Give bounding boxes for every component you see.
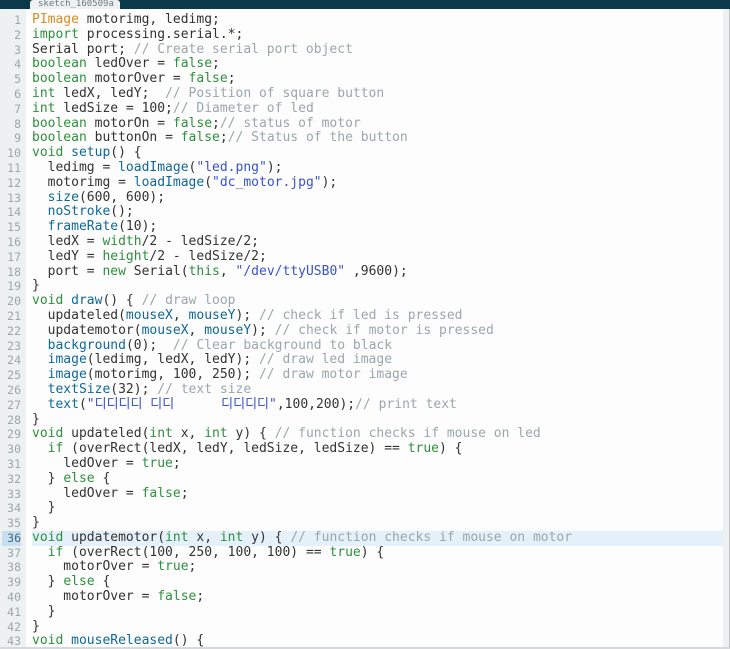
line-number: 37 <box>2 546 21 561</box>
code-line[interactable]: boolean motorOn = false;// status of mot… <box>32 117 729 132</box>
line-number: 8 <box>2 117 21 132</box>
code-line[interactable]: ledOver = true; <box>32 457 729 472</box>
line-number: 17 <box>2 250 21 265</box>
line-number: 43 <box>2 634 21 647</box>
line-number: 42 <box>2 620 21 635</box>
line-number: 20 <box>2 294 21 309</box>
line-number: 13 <box>2 191 21 206</box>
code-line[interactable]: ledY = height/2 - ledSize/2; <box>32 250 729 265</box>
line-number: 1 <box>2 13 21 28</box>
line-number: 4 <box>2 57 21 72</box>
code-line[interactable]: Serial port; // Create serial port objec… <box>32 43 729 58</box>
line-number: 16 <box>2 235 21 250</box>
line-number: 31 <box>2 457 21 472</box>
line-number: 34 <box>2 501 21 516</box>
line-number: 15 <box>2 220 21 235</box>
code-line[interactable]: int ledX, ledY; // Position of square bu… <box>32 87 729 102</box>
vertical-scrollbar[interactable] <box>723 9 729 647</box>
line-number: 5 <box>2 72 21 87</box>
line-gutter: 1234567891011121314151617181920212223242… <box>0 9 26 647</box>
code-line[interactable]: import processing.serial.*; <box>32 28 729 43</box>
code-line[interactable]: void draw() { // draw loop <box>32 294 729 309</box>
code-line[interactable]: boolean ledOver = false; <box>32 57 729 72</box>
code-line[interactable]: boolean motorOver = false; <box>32 72 729 87</box>
line-number: 12 <box>2 176 21 191</box>
line-number: 25 <box>2 368 21 383</box>
code-line[interactable]: void updateled(int x, int y) { // functi… <box>32 427 729 442</box>
line-number: 21 <box>2 309 21 324</box>
code-line[interactable]: size(600, 600); <box>32 191 729 206</box>
code-line[interactable]: updateled(mouseX, mouseY); // check if l… <box>32 309 729 324</box>
code-line[interactable]: port = new Serial(this, "/dev/ttyUSB0" ,… <box>32 265 729 280</box>
tab-sketch[interactable]: sketch_160509a <box>30 0 120 9</box>
line-number: 35 <box>2 516 21 531</box>
line-number: 41 <box>2 605 21 620</box>
code-line[interactable]: boolean buttonOn = false;// Status of th… <box>32 131 729 146</box>
code-line[interactable]: ledX = width/2 - ledSize/2; <box>32 235 729 250</box>
line-number: 26 <box>2 383 21 398</box>
line-number: 11 <box>2 161 21 176</box>
code-line[interactable]: } else { <box>32 575 729 590</box>
line-number: 29 <box>2 427 21 442</box>
code-line[interactable]: } <box>32 516 729 531</box>
line-number: 38 <box>2 560 21 575</box>
line-number: 28 <box>2 413 21 428</box>
line-number: 2 <box>2 28 21 43</box>
line-number: 18 <box>2 265 21 280</box>
line-number: 30 <box>2 442 21 457</box>
code-line[interactable]: textSize(32); // text size <box>32 383 729 398</box>
line-number: 23 <box>2 339 21 354</box>
code-line[interactable]: background(0); // Clear background to bl… <box>32 339 729 354</box>
line-number: 27 <box>2 398 21 413</box>
code-area[interactable]: PImage motorimg, ledimg;import processin… <box>26 9 729 647</box>
code-line[interactable]: image(motorimg, 100, 250); // draw motor… <box>32 368 729 383</box>
code-line[interactable]: motorOver = true; <box>32 560 729 575</box>
code-line[interactable]: void setup() { <box>32 146 729 161</box>
line-number: 6 <box>2 87 21 102</box>
line-number: 19 <box>2 279 21 294</box>
line-number: 10 <box>2 146 21 161</box>
line-number: 36 <box>2 531 21 546</box>
line-number: 32 <box>2 472 21 487</box>
line-number: 9 <box>2 131 21 146</box>
code-line[interactable]: PImage motorimg, ledimg; <box>32 13 729 28</box>
line-number: 33 <box>2 487 21 502</box>
line-number: 39 <box>2 575 21 590</box>
code-line[interactable]: } <box>32 279 729 294</box>
line-number: 7 <box>2 102 21 117</box>
code-line[interactable]: ledOver = false; <box>32 487 729 502</box>
code-line[interactable]: ledimg = loadImage("led.png"); <box>32 161 729 176</box>
code-line[interactable]: } <box>32 605 729 620</box>
code-line[interactable]: motorOver = false; <box>32 590 729 605</box>
line-number: 22 <box>2 324 21 339</box>
line-number: 14 <box>2 205 21 220</box>
tab-bar: sketch_160509a <box>0 0 730 9</box>
line-number: 40 <box>2 590 21 605</box>
code-line[interactable]: text("디디디디 디디 디디디디",100,200);// print te… <box>32 398 729 413</box>
code-line[interactable]: noStroke(); <box>32 205 729 220</box>
code-line[interactable]: if (overRect(ledX, ledY, ledSize, ledSiz… <box>32 442 729 457</box>
code-line[interactable]: updatemotor(mouseX, mouseY); // check if… <box>32 324 729 339</box>
code-line[interactable]: motorimg = loadImage("dc_motor.jpg"); <box>32 176 729 191</box>
line-number: 3 <box>2 43 21 58</box>
code-line[interactable]: } <box>32 413 729 428</box>
code-editor[interactable]: 1234567891011121314151617181920212223242… <box>0 9 730 647</box>
code-line[interactable]: frameRate(10); <box>32 220 729 235</box>
code-line[interactable]: } else { <box>32 472 729 487</box>
line-number: 24 <box>2 353 21 368</box>
code-line[interactable]: } <box>32 501 729 516</box>
code-line[interactable]: void mouseReleased() { <box>32 634 729 647</box>
code-line[interactable]: image(ledimg, ledX, ledY); // draw led i… <box>32 353 729 368</box>
code-line[interactable]: } <box>32 620 729 635</box>
code-line[interactable]: void updatemotor(int x, int y) { // func… <box>32 531 729 546</box>
code-line[interactable]: int ledSize = 100;// Diameter of led <box>32 102 729 117</box>
code-line[interactable]: if (overRect(100, 250, 100, 100) == true… <box>32 546 729 561</box>
